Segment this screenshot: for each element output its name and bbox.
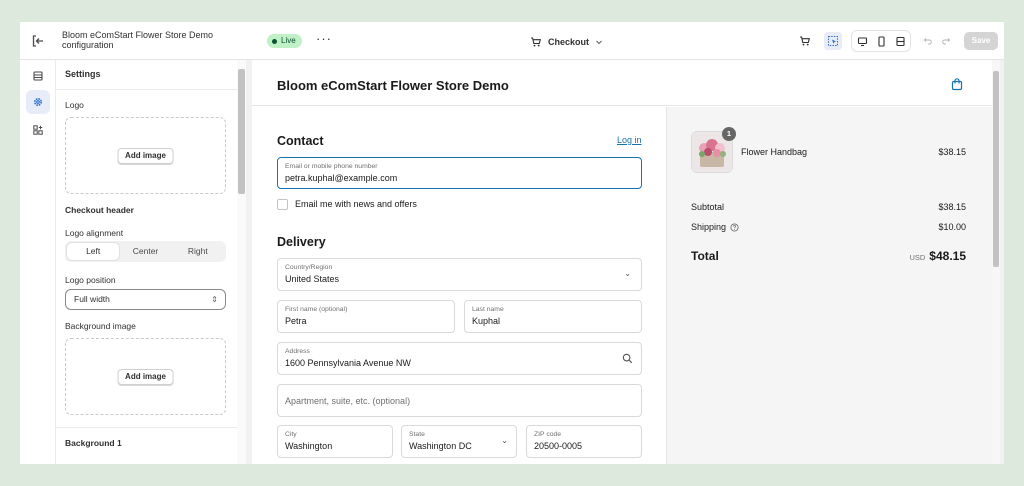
- total-label: Total: [691, 249, 719, 263]
- shipping-row-label: Shipping: [691, 222, 739, 232]
- delivery-heading: Delivery: [277, 235, 326, 249]
- preview-scrollbar-thumb[interactable]: [993, 71, 999, 267]
- email-field[interactable]: Email or mobile phone number petra.kupha…: [277, 157, 642, 189]
- redo-icon[interactable]: [937, 32, 955, 50]
- logo-position-value: Full width: [74, 294, 110, 304]
- help-icon[interactable]: [730, 222, 739, 232]
- total-currency: USD: [909, 253, 926, 262]
- store-name: Bloom eComStart Flower Store Demo: [277, 78, 509, 93]
- checkout-header-heading: Checkout header: [65, 205, 134, 215]
- editor-window: Bloom eComStart Flower Store Demo config…: [20, 22, 1004, 464]
- last-name-label: Last name: [472, 306, 504, 313]
- country-label: Country/Region: [285, 264, 333, 271]
- exit-icon[interactable]: [30, 33, 46, 49]
- chevron-down-icon: [596, 40, 602, 45]
- checkout-form: Contact Log in Email or mobile phone num…: [252, 107, 666, 464]
- alignment-left-option[interactable]: Left: [67, 243, 120, 260]
- zip-label: ZIP code: [534, 431, 562, 438]
- zip-value: 20500-0005: [534, 441, 583, 451]
- last-name-value: Kuphal: [472, 316, 501, 326]
- logo-alignment-segmented: Left Center Right: [65, 241, 226, 262]
- total-amount: USD $48.15: [909, 249, 966, 263]
- more-actions-button[interactable]: ···: [316, 32, 332, 46]
- left-rail: [20, 60, 56, 464]
- app-title: Bloom eComStart Flower Store Demo config…: [62, 30, 214, 50]
- background-image-label: Background image: [65, 321, 136, 331]
- desktop-icon[interactable]: [853, 32, 871, 50]
- state-value: Washington DC: [409, 441, 472, 451]
- logo-alignment-label: Logo alignment: [65, 228, 124, 238]
- alignment-center-option[interactable]: Center: [119, 243, 171, 260]
- settings-scrollbar-thumb[interactable]: [238, 69, 245, 194]
- address-field[interactable]: Address 1600 Pennsylvania Avenue NW: [277, 342, 642, 375]
- background-image-dropzone[interactable]: Add image: [65, 338, 226, 415]
- settings-title: Settings: [65, 69, 101, 79]
- contact-heading: Contact: [277, 134, 324, 148]
- save-button[interactable]: Save: [964, 32, 998, 50]
- shipping-label: Shipping: [691, 222, 727, 232]
- state-label: State: [409, 431, 425, 438]
- city-label: City: [285, 431, 297, 438]
- city-value: Washington: [285, 441, 333, 451]
- settings-panel: Settings Logo Add image Checkout header …: [56, 60, 246, 464]
- fullscreen-icon[interactable]: [891, 32, 909, 50]
- store-header: Bloom eComStart Flower Store Demo: [252, 60, 992, 106]
- sections-icon[interactable]: [26, 64, 50, 88]
- country-value: United States: [285, 274, 340, 284]
- login-link[interactable]: Log in: [617, 135, 642, 145]
- search-icon: [622, 353, 633, 366]
- background-1-heading: Background 1: [65, 438, 122, 448]
- apps-icon[interactable]: [26, 118, 50, 142]
- settings-gear-icon[interactable]: [26, 90, 50, 114]
- settings-header: Settings: [56, 60, 246, 90]
- logo-dropzone[interactable]: Add image: [65, 117, 226, 194]
- product-name: Flower Handbag: [741, 147, 808, 157]
- apartment-field[interactable]: Apartment, suite, etc. (optional): [277, 384, 642, 417]
- select-chevron-icon: ⇕: [211, 295, 218, 304]
- live-status-badge: Live: [267, 34, 302, 48]
- logo-position-label: Logo position: [65, 275, 116, 285]
- order-summary: 1 Flower Handbag $38.15 Subtotal $38.15 …: [666, 107, 992, 464]
- checkout-preview: Bloom eComStart Flower Store Demo Contac…: [252, 60, 1000, 464]
- subtotal-value: $38.15: [938, 202, 966, 212]
- newsletter-checkbox[interactable]: [277, 199, 288, 210]
- email-field-value: petra.kuphal@example.com: [285, 173, 398, 183]
- address-value: 1600 Pennsylvania Avenue NW: [285, 358, 411, 368]
- section-divider: [56, 427, 246, 428]
- first-name-value: Petra: [285, 316, 307, 326]
- subtotal-label: Subtotal: [691, 202, 725, 212]
- product-price: $38.15: [938, 147, 966, 157]
- email-field-label: Email or mobile phone number: [285, 163, 378, 170]
- zip-field[interactable]: ZIP code 20500-0005: [526, 425, 642, 458]
- country-select[interactable]: Country/Region United States ⌄: [277, 258, 642, 291]
- logo-label: Logo: [65, 100, 84, 110]
- first-name-label: First name (optional): [285, 306, 348, 313]
- inspector-icon[interactable]: [824, 32, 842, 50]
- quantity-badge: 1: [722, 127, 736, 141]
- page-selector-label: Checkout: [548, 37, 590, 47]
- city-field[interactable]: City Washington: [277, 425, 393, 458]
- chevron-down-icon: ⌄: [501, 436, 508, 445]
- address-label: Address: [285, 348, 310, 355]
- first-name-field[interactable]: First name (optional) Petra: [277, 300, 455, 333]
- page-selector[interactable]: Checkout: [530, 34, 603, 50]
- state-select[interactable]: State Washington DC ⌄: [401, 425, 517, 458]
- alignment-right-option[interactable]: Right: [172, 243, 224, 260]
- newsletter-label: Email me with news and offers: [295, 199, 417, 209]
- shipping-value: $10.00: [938, 222, 966, 232]
- total-value: $48.15: [929, 249, 966, 263]
- top-bar: Bloom eComStart Flower Store Demo config…: [20, 22, 1004, 60]
- cart-icon: [531, 37, 542, 47]
- last-name-field[interactable]: Last name Kuphal: [464, 300, 642, 333]
- cart-preview-icon[interactable]: [796, 32, 814, 50]
- chevron-down-icon: ⌄: [624, 269, 631, 278]
- shopping-bag-icon[interactable]: [950, 77, 964, 91]
- logo-position-select[interactable]: Full width ⇕: [65, 289, 226, 310]
- mobile-icon[interactable]: [872, 32, 890, 50]
- apartment-placeholder: Apartment, suite, etc. (optional): [285, 396, 411, 406]
- device-toggle-group: [851, 30, 911, 52]
- add-background-image-button[interactable]: Add image: [117, 368, 174, 385]
- add-logo-image-button[interactable]: Add image: [117, 147, 174, 164]
- undo-icon[interactable]: [919, 32, 937, 50]
